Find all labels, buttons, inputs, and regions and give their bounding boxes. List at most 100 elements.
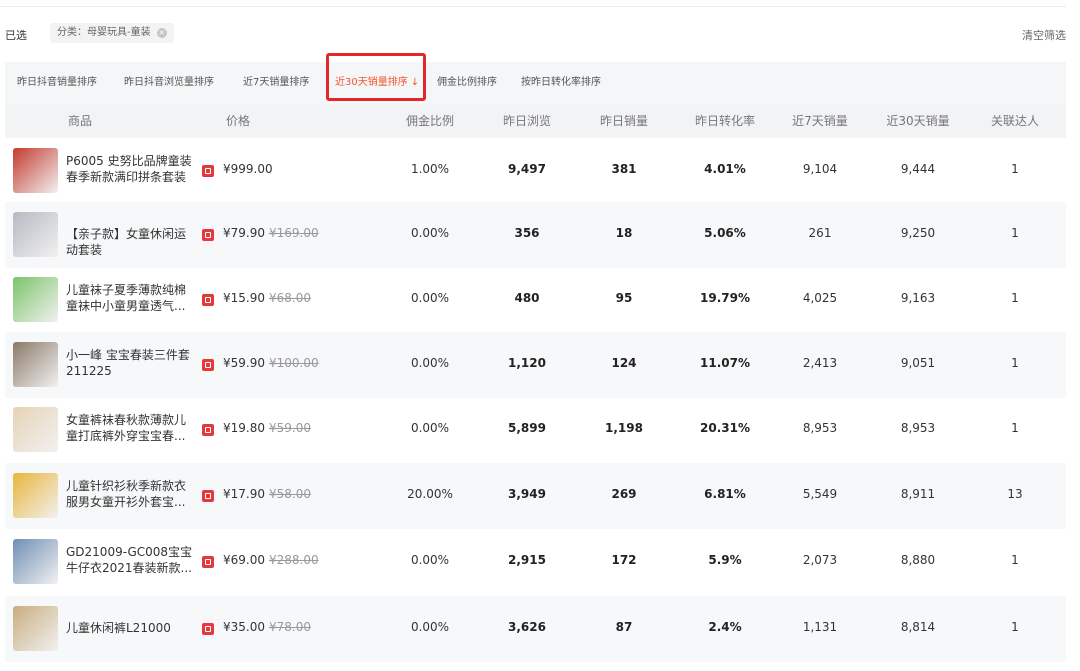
sales-30day: 9,163 (900, 291, 936, 305)
product-thumbnail[interactable] (13, 342, 58, 387)
sales-7day: 9,104 (802, 162, 838, 176)
sort-tab-yesterday-douyin-sales[interactable]: 昨日抖音销量排序 (17, 62, 97, 104)
commission-rate: 0.00% (410, 226, 450, 240)
filter-row: 已选 分类：母婴玩具-童装 × 清空筛选 (0, 22, 1066, 46)
product-thumbnail[interactable] (13, 606, 58, 651)
product-thumbnail[interactable] (13, 407, 58, 452)
table-row[interactable]: 儿童休闲裤L21000 ¥35.00 ¥78.00 0.00% 3,626 87 2.4% 1… (5, 596, 1066, 662)
current-price: ¥59.90 (223, 356, 265, 370)
sort-tab-yesterday-douyin-views[interactable]: 昨日抖音浏览量排序 (124, 62, 214, 104)
shop-icon[interactable] (202, 623, 214, 635)
yesterday-conversion: 5.9% (708, 553, 742, 567)
table-row[interactable]: 儿童袜子夏季薄款纯棉童袜中小童男童透气... ¥15.90 ¥68.00 0.00% 4… (5, 267, 1066, 333)
yesterday-sales: 95 (615, 291, 633, 305)
linked-creators: 1 (1011, 356, 1019, 370)
yesterday-sales: 381 (611, 162, 637, 176)
yesterday-sales: 124 (611, 356, 637, 370)
table-row[interactable]: 【亲子款】女童休闲运动套装 ¥79.90 ¥169.00 0.00% 356 18 5.06… (5, 202, 1066, 268)
original-price: ¥288.00 (269, 553, 319, 567)
current-price: ¥79.90 (223, 226, 265, 240)
linked-creators: 1 (1011, 162, 1019, 176)
shop-icon[interactable] (202, 359, 214, 371)
shop-icon[interactable] (202, 165, 214, 177)
product-name[interactable]: 儿童休闲裤L21000 (66, 620, 196, 636)
yesterday-conversion: 2.4% (708, 620, 742, 634)
price: ¥79.90 ¥169.00 (223, 226, 319, 240)
shop-icon[interactable] (202, 229, 214, 241)
product-name[interactable]: 儿童袜子夏季薄款纯棉童袜中小童男童透气... (66, 282, 196, 314)
table-row[interactable]: 女童裤袜春秋款薄款儿童打底裤外穿宝宝春... ¥19.80 ¥59.00 0.00% 5… (5, 397, 1066, 463)
product-thumbnail[interactable] (13, 277, 58, 322)
price: ¥19.80 ¥59.00 (223, 421, 311, 435)
product-name[interactable]: P6005 史努比品牌童装春季新款满印拼条套装 (66, 153, 196, 185)
current-price: ¥17.90 (223, 487, 265, 501)
commission-rate: 0.00% (410, 620, 450, 634)
category-filter-text: 分类：母婴玩具-童装 (57, 27, 151, 38)
yesterday-sales: 1,198 (605, 421, 643, 435)
col-yesterday-sales: 昨日销量 (599, 114, 648, 128)
sales-7day: 2,413 (802, 356, 838, 370)
original-price: ¥58.00 (269, 487, 311, 501)
shop-icon[interactable] (202, 424, 214, 436)
sort-tab-commission[interactable]: 佣金比例排序 (437, 62, 497, 104)
col-yesterday-conversion: 昨日转化率 (694, 114, 755, 128)
col-commission: 佣金比例 (405, 114, 454, 128)
table-row[interactable]: 小一峰 宝宝春装三件套211225 ¥59.90 ¥100.00 0.00% 1,120… (5, 332, 1066, 398)
product-thumbnail[interactable] (13, 148, 58, 193)
sales-7day: 8,953 (802, 421, 838, 435)
sales-7day: 1,131 (802, 620, 838, 634)
col-product: 商品 (67, 114, 92, 128)
original-price: ¥169.00 (269, 226, 319, 240)
price: ¥15.90 ¥68.00 (223, 291, 311, 305)
yesterday-views: 3,949 (508, 487, 546, 501)
sales-7day: 2,073 (802, 553, 838, 567)
table-row[interactable]: GD21009-GC008宝宝牛仔衣2021春装新款... ¥69.00 ¥288.… (5, 529, 1066, 595)
active-sort-highlight (326, 53, 426, 101)
yesterday-sales: 87 (615, 620, 633, 634)
price: ¥999.00 (223, 162, 277, 176)
yesterday-sales: 172 (611, 553, 637, 567)
table-row[interactable]: 儿童针织衫秋季新款衣服男女童开衫外套宝... ¥17.90 ¥58.00 20.00%… (5, 463, 1066, 529)
yesterday-views: 9,497 (508, 162, 546, 176)
sales-30day: 9,444 (900, 162, 936, 176)
sort-bar: 昨日抖音销量排序 昨日抖音浏览量排序 近7天销量排序 近30天销量排序 ↓ 佣金比… (5, 62, 1066, 104)
table-row[interactable]: P6005 史努比品牌童装春季新款满印拼条套装 ¥999.00 1.00% 9,497… (5, 138, 1066, 204)
sales-7day: 4,025 (802, 291, 838, 305)
sort-tab-7day-sales[interactable]: 近7天销量排序 (243, 62, 309, 104)
commission-rate: 0.00% (410, 421, 450, 435)
yesterday-sales: 18 (615, 226, 633, 240)
yesterday-views: 480 (514, 291, 540, 305)
product-thumbnail[interactable] (13, 212, 58, 257)
sales-30day: 8,814 (900, 620, 936, 634)
product-name[interactable]: 【亲子款】女童休闲运动套装 (66, 226, 196, 258)
sales-7day: 5,549 (802, 487, 838, 501)
shop-icon[interactable] (202, 294, 214, 306)
commission-rate: 0.00% (410, 553, 450, 567)
col-price: 价格 (225, 114, 250, 128)
product-name[interactable]: 小一峰 宝宝春装三件套211225 (66, 347, 196, 379)
original-price: ¥59.00 (269, 421, 311, 435)
product-name[interactable]: GD21009-GC008宝宝牛仔衣2021春装新款... (66, 544, 196, 576)
yesterday-views: 5,899 (508, 421, 546, 435)
table-header: 商品 价格 佣金比例 昨日浏览 昨日销量 昨日转化率 近7天销量 近30天销量 … (5, 104, 1066, 138)
yesterday-conversion: 20.31% (700, 421, 750, 435)
remove-filter-icon[interactable]: × (156, 28, 167, 38)
linked-creators: 1 (1011, 421, 1019, 435)
yesterday-views: 3,626 (508, 620, 546, 634)
product-name[interactable]: 儿童针织衫秋季新款衣服男女童开衫外套宝... (66, 478, 196, 510)
clear-filters-link[interactable]: 清空筛选 (1022, 27, 1066, 43)
product-name[interactable]: 女童裤袜春秋款薄款儿童打底裤外穿宝宝春... (66, 412, 196, 444)
sort-tab-yesterday-conversion[interactable]: 按昨日转化率排序 (521, 62, 601, 104)
product-thumbnail[interactable] (13, 539, 58, 584)
category-filter-tag[interactable]: 分类：母婴玩具-童装 × (50, 23, 174, 43)
shop-icon[interactable] (202, 556, 214, 568)
yesterday-conversion: 5.06% (704, 226, 746, 240)
sales-30day: 8,880 (900, 553, 936, 567)
selected-label: 已选 (5, 29, 27, 42)
product-thumbnail[interactable] (13, 473, 58, 518)
shop-icon[interactable] (202, 490, 214, 502)
commission-rate: 1.00% (410, 162, 450, 176)
commission-rate: 20.00% (407, 487, 453, 501)
current-price: ¥15.90 (223, 291, 265, 305)
yesterday-sales: 269 (611, 487, 637, 501)
